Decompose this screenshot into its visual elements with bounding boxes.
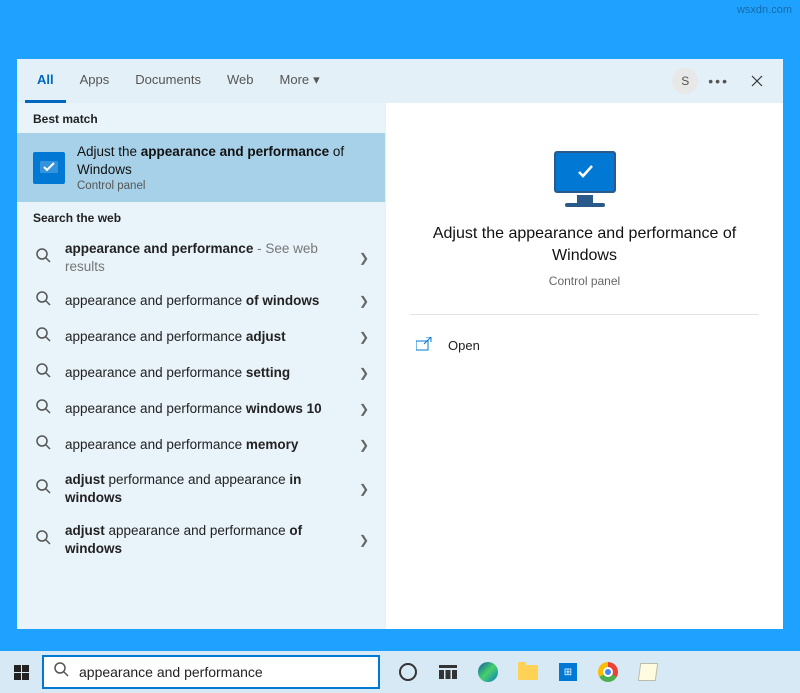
more-options-button[interactable]: •••: [708, 73, 729, 89]
edge-button[interactable]: [470, 651, 506, 693]
web-result[interactable]: adjust appearance and performance of win…: [17, 514, 385, 565]
close-icon: [751, 75, 763, 87]
web-result[interactable]: appearance and performance - See web res…: [17, 232, 385, 283]
store-icon: ⊞: [559, 663, 577, 681]
preview-monitor-icon: [550, 151, 620, 207]
web-result[interactable]: appearance and performance adjust ❯: [17, 319, 385, 355]
web-result-text: adjust performance and appearance in win…: [65, 471, 347, 506]
watermark: wsxdn.com: [737, 4, 792, 16]
chevron-right-icon: ❯: [359, 402, 369, 416]
microsoft-store-button[interactable]: ⊞: [550, 651, 586, 693]
search-icon: [33, 248, 53, 268]
task-view-button[interactable]: [430, 651, 466, 693]
preview-pane: Adjust the appearance and performance of…: [385, 103, 783, 629]
divider: [410, 314, 759, 315]
search-web-header: Search the web: [17, 202, 385, 232]
web-result[interactable]: appearance and performance setting ❯: [17, 355, 385, 391]
circle-icon: [399, 663, 417, 681]
chevron-right-icon: ❯: [359, 366, 369, 380]
search-header: AllAppsDocumentsWebMore▾ S •••: [17, 59, 783, 103]
chevron-right-icon: ❯: [359, 533, 369, 547]
web-result-text: appearance and performance setting: [65, 364, 347, 382]
tab-more[interactable]: More▾: [268, 59, 332, 103]
search-icon: [33, 479, 53, 499]
results-left-pane: Best match Adjust the appearance and per…: [17, 103, 385, 629]
web-result[interactable]: adjust performance and appearance in win…: [17, 463, 385, 514]
search-icon: [33, 399, 53, 419]
tab-all[interactable]: All: [25, 59, 66, 103]
web-result[interactable]: appearance and performance of windows ❯: [17, 283, 385, 319]
search-icon: [33, 363, 53, 383]
web-result-text: appearance and performance - See web res…: [65, 240, 347, 275]
web-result-text: adjust appearance and performance of win…: [65, 522, 347, 557]
start-button[interactable]: [0, 651, 42, 693]
best-match-header: Best match: [17, 103, 385, 133]
web-result-text: appearance and performance of windows: [65, 292, 347, 310]
web-result-text: appearance and performance adjust: [65, 328, 347, 346]
chevron-right-icon: ❯: [359, 482, 369, 496]
best-match-subtitle: Control panel: [77, 180, 369, 192]
web-result-text: appearance and performance memory: [65, 436, 347, 454]
filter-tabs: AllAppsDocumentsWebMore▾: [25, 59, 332, 103]
preview-subtitle: Control panel: [410, 274, 759, 288]
tab-apps[interactable]: Apps: [68, 59, 122, 103]
search-input[interactable]: [79, 664, 368, 680]
search-icon: [54, 662, 69, 682]
web-result[interactable]: appearance and performance memory ❯: [17, 427, 385, 463]
sticky-notes-button[interactable]: [630, 651, 666, 693]
taskbar-search-box[interactable]: [42, 655, 380, 689]
chrome-icon: [598, 662, 618, 682]
windows-logo-icon: [14, 665, 29, 680]
open-label: Open: [448, 338, 480, 353]
tab-web[interactable]: Web: [215, 59, 266, 103]
close-button[interactable]: [739, 63, 775, 99]
web-result[interactable]: appearance and performance windows 10 ❯: [17, 391, 385, 427]
best-match-title: Adjust the appearance and performance of…: [77, 143, 369, 178]
best-match-item[interactable]: Adjust the appearance and performance of…: [17, 133, 385, 202]
taskbar: ⊞: [0, 651, 800, 693]
user-avatar[interactable]: S: [672, 68, 698, 94]
chrome-button[interactable]: [590, 651, 626, 693]
web-result-text: appearance and performance windows 10: [65, 400, 347, 418]
open-icon: [416, 337, 432, 354]
file-explorer-button[interactable]: [510, 651, 546, 693]
chevron-right-icon: ❯: [359, 330, 369, 344]
chevron-right-icon: ❯: [359, 294, 369, 308]
folder-icon: [518, 665, 538, 680]
chevron-down-icon: ▾: [313, 72, 320, 88]
chevron-right-icon: ❯: [359, 438, 369, 452]
control-panel-icon: [33, 152, 65, 184]
note-icon: [638, 663, 659, 681]
tab-documents[interactable]: Documents: [123, 59, 213, 103]
search-icon: [33, 435, 53, 455]
open-action[interactable]: Open: [410, 329, 759, 362]
task-view-icon: [439, 665, 457, 679]
chevron-right-icon: ❯: [359, 251, 369, 265]
preview-title: Adjust the appearance and performance of…: [410, 223, 759, 268]
cortana-button[interactable]: [390, 651, 426, 693]
search-results-window: AllAppsDocumentsWebMore▾ S ••• Best matc…: [17, 59, 783, 629]
edge-icon: [478, 662, 498, 682]
search-icon: [33, 530, 53, 550]
search-icon: [33, 291, 53, 311]
search-icon: [33, 327, 53, 347]
